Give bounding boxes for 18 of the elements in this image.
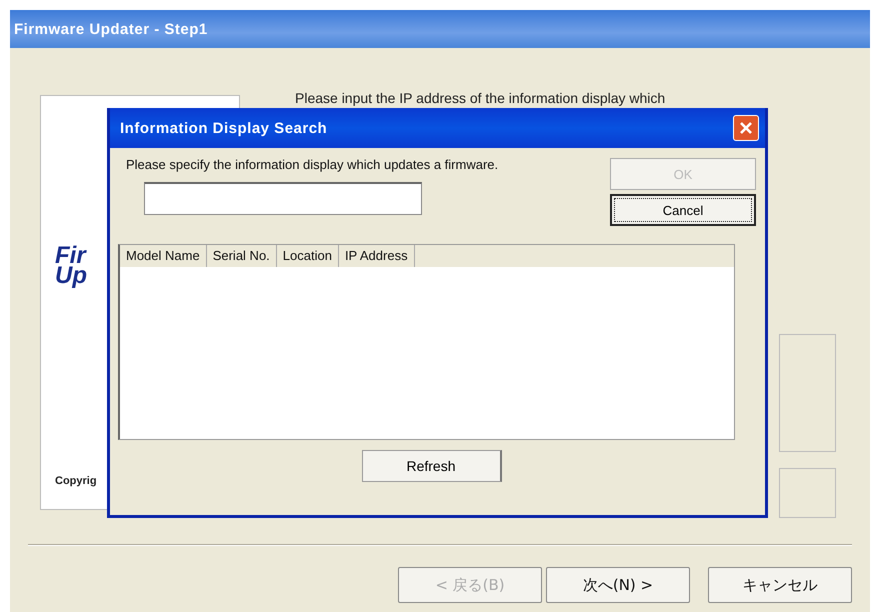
group-box (779, 468, 836, 518)
copyright-text: Copyrig (55, 475, 97, 487)
column-header[interactable]: Location (276, 245, 339, 267)
input-field[interactable] (144, 182, 422, 215)
logo-text: Fir (55, 246, 87, 266)
close-button[interactable] (733, 115, 759, 141)
dialog-title: Information Display Search (120, 120, 328, 136)
column-header[interactable]: Model Name (120, 245, 207, 267)
dialog-button[interactable]: Cancel (610, 194, 756, 226)
wizard-button[interactable]: キャンセル (708, 567, 852, 603)
window-title: Firmware Updater - Step1 (14, 20, 208, 38)
refresh-button[interactable]: Refresh (362, 450, 502, 482)
logo-text: Up (55, 266, 87, 286)
prompt-text: Please specify the information display which updates a firmware. (126, 158, 500, 172)
column-header[interactable]: IP Address (338, 245, 415, 267)
column-header[interactable]: Serial No. (206, 245, 277, 267)
instruction-text: Please input the IP address of the information display which (295, 90, 666, 106)
wizard-button[interactable]: 次へ(N) > (546, 567, 690, 603)
